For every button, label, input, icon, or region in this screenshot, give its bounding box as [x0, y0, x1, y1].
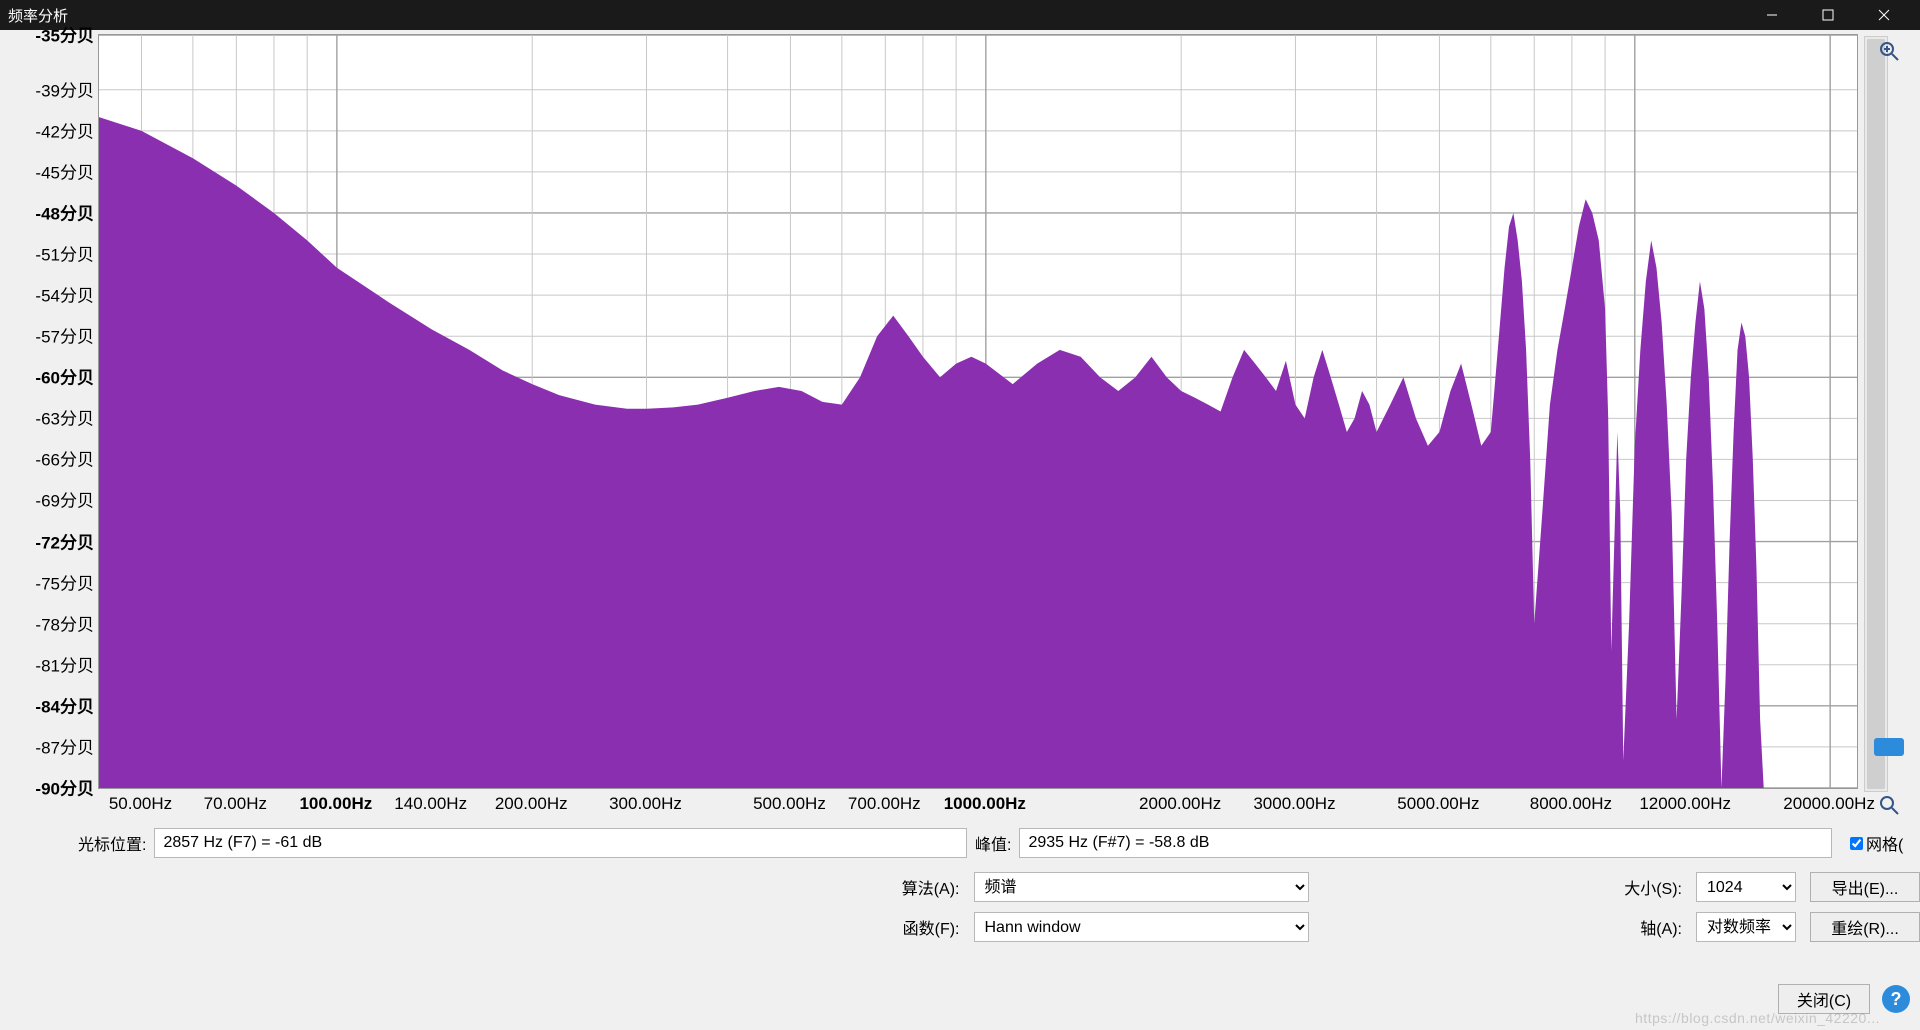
- info-row: 光标位置: 峰值: 网格(: [0, 820, 1920, 862]
- title-bar: 频率分析: [0, 0, 1920, 30]
- zoom-fit-icon[interactable]: [1876, 38, 1902, 64]
- help-icon[interactable]: ?: [1882, 985, 1910, 1013]
- algorithm-label: 算法(A):: [600, 875, 960, 899]
- watermark-text: https://blog.csdn.net/weixin_42220...: [1635, 1010, 1880, 1026]
- minimize-button[interactable]: [1744, 0, 1800, 30]
- function-label: 函数(F):: [600, 915, 960, 939]
- peak-value-field[interactable]: [1019, 828, 1832, 858]
- cursor-label: 光标位置:: [78, 831, 146, 855]
- y-axis: -35分贝-39分贝-42分贝-45分贝-48分贝-51分贝-54分贝-57分贝…: [4, 34, 98, 789]
- cursor-value-field[interactable]: [154, 828, 967, 858]
- x-axis: 50.00Hz70.00Hz100.00Hz140.00Hz200.00Hz30…: [98, 794, 1858, 820]
- maximize-button[interactable]: [1800, 0, 1856, 30]
- close-button[interactable]: [1856, 0, 1912, 30]
- replot-button[interactable]: 重绘(R)...: [1810, 912, 1920, 942]
- zoom-tool-icon[interactable]: [1876, 792, 1902, 818]
- grid-checkbox-label: 网格(: [1866, 831, 1903, 855]
- grid-checkbox[interactable]: 网格(: [1846, 831, 1910, 855]
- export-button[interactable]: 导出(E)...: [1810, 872, 1920, 902]
- function-select[interactable]: Hann window: [974, 912, 1309, 942]
- peak-label: 峰值:: [975, 831, 1011, 855]
- algorithm-select[interactable]: 频谱: [974, 872, 1309, 902]
- marker-handle-icon[interactable]: [1874, 738, 1904, 756]
- controls-panel: 算法(A): 频谱 大小(S): 1024 导出(E)... 函数(F): Ha…: [0, 862, 1920, 942]
- axis-select[interactable]: 对数频率: [1696, 912, 1796, 942]
- size-select[interactable]: 1024: [1696, 872, 1796, 902]
- chart-area: -35分贝-39分贝-42分贝-45分贝-48分贝-51分贝-54分贝-57分贝…: [0, 30, 1920, 820]
- size-label: 大小(S):: [1323, 875, 1683, 899]
- grid-checkbox-input[interactable]: [1850, 837, 1863, 850]
- axis-label: 轴(A):: [1323, 915, 1683, 939]
- spectrum-plot[interactable]: [98, 34, 1858, 789]
